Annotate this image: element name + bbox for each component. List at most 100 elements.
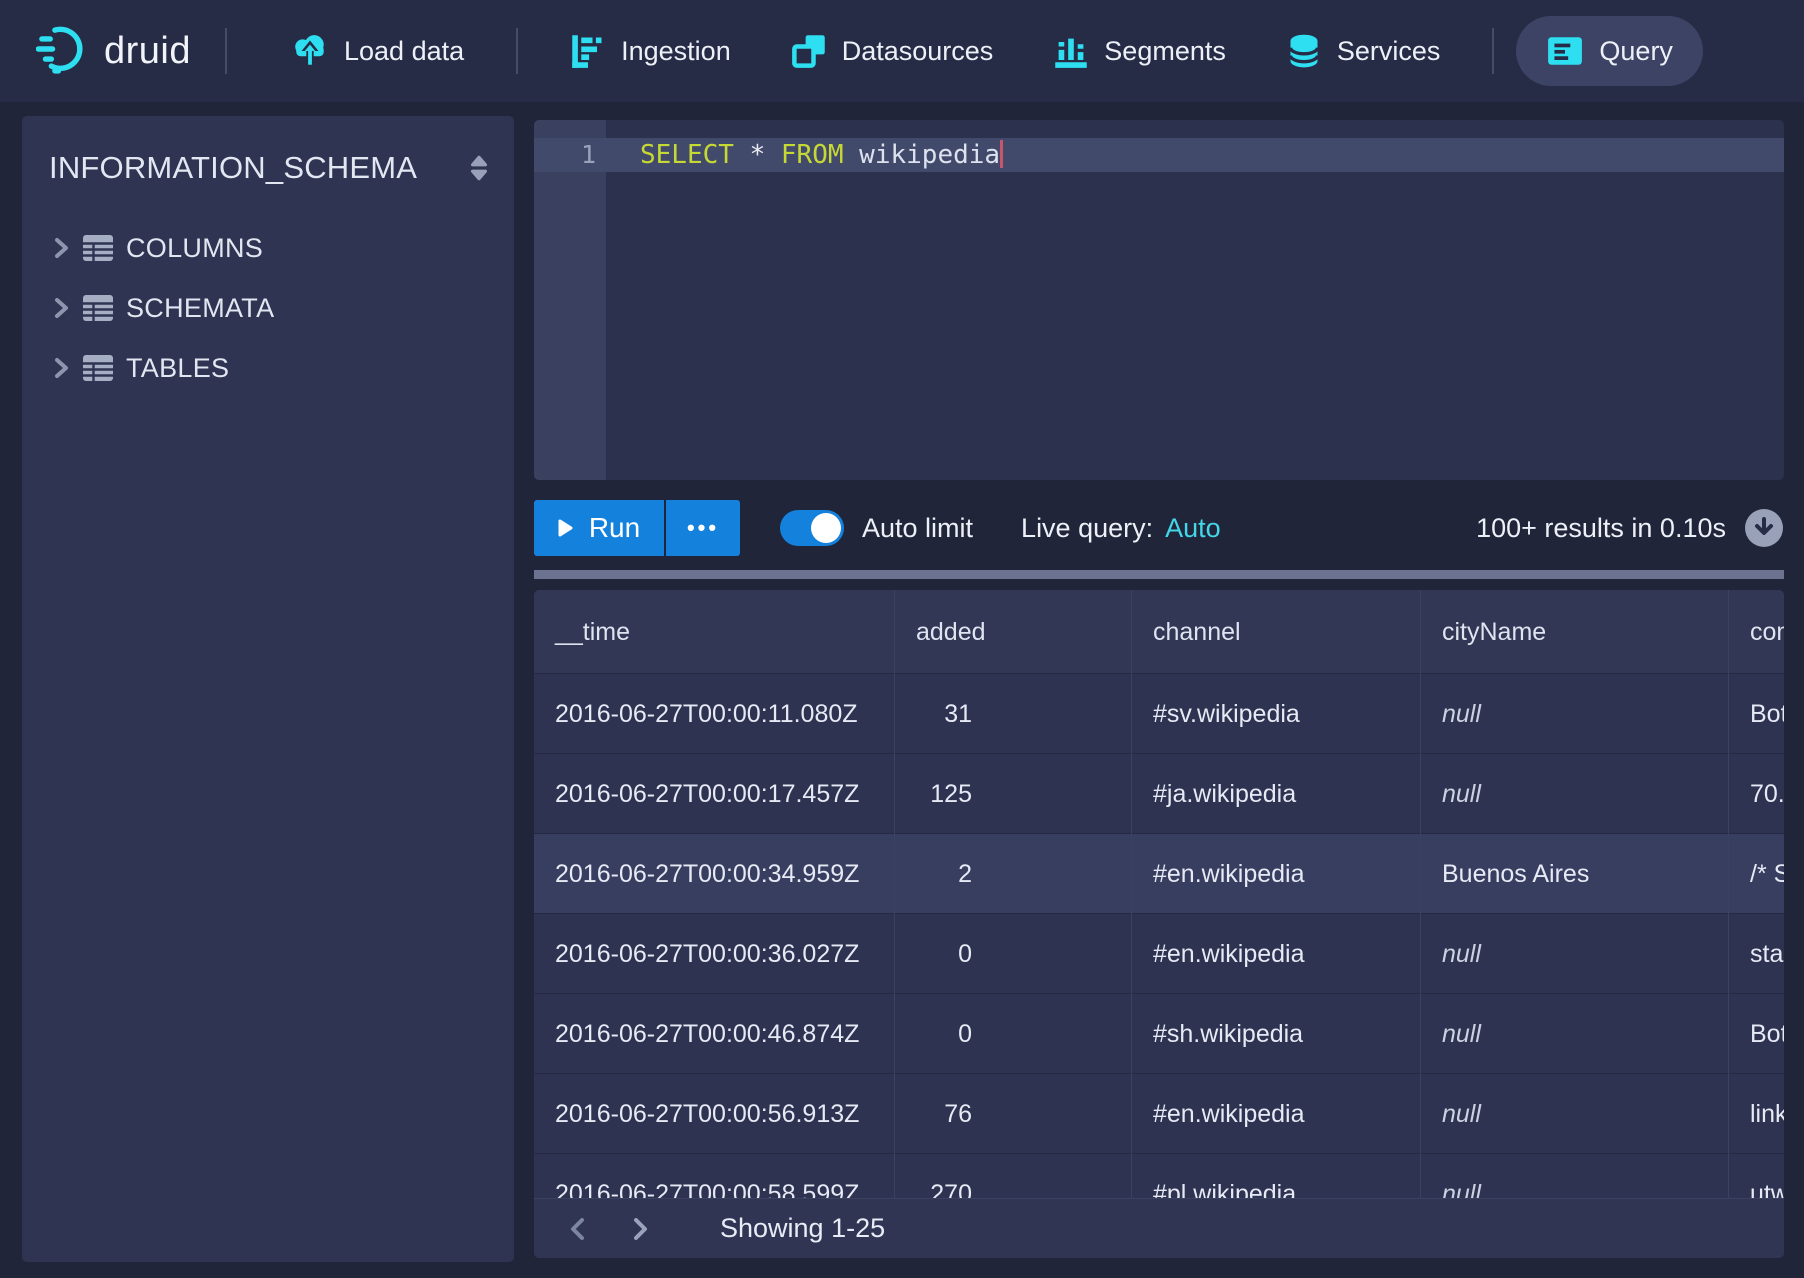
cell-comment: Bot (1729, 674, 1784, 754)
column-header-comment[interactable]: comment (1729, 590, 1784, 674)
nav-item-segments[interactable]: Segments (1023, 16, 1256, 86)
column-header-added[interactable]: added (895, 590, 1132, 674)
tree-item-schemata[interactable]: SCHEMATA (22, 278, 514, 338)
chevron-right-icon[interactable] (48, 295, 82, 321)
cell-channel: #en.wikipedia (1132, 1074, 1421, 1154)
auto-limit-label: Auto limit (862, 513, 973, 544)
cell-cityname: null (1421, 674, 1729, 754)
table-icon (82, 234, 126, 262)
nav-item-label: Ingestion (621, 36, 731, 67)
cell-comment: Bot (1729, 994, 1784, 1074)
sql-token-op: * (750, 140, 781, 170)
cell-time: 2016-06-27T00:00:11.080Z (534, 674, 895, 754)
tree-item-label: TABLES (126, 353, 229, 384)
column-header-channel[interactable]: channel (1132, 590, 1421, 674)
table-row: 2016-06-27T00:00:17.457Z125#ja.wikipedia… (534, 754, 1784, 834)
results-rows: 2016-06-27T00:00:11.080Z31#sv.wikipedian… (534, 674, 1784, 1234)
sort-double-caret-icon[interactable] (464, 153, 494, 183)
sql-code-line[interactable]: SELECT * FROM wikipedia (640, 138, 1003, 172)
pagination-label: Showing 1-25 (720, 1213, 885, 1244)
results-summary: 100+ results in 0.10s (1476, 513, 1726, 544)
nav-items: Load data Ingestion Datasources Segments… (261, 0, 1703, 102)
schema-header: INFORMATION_SCHEMA (22, 144, 514, 192)
nav-item-label: Load data (344, 36, 464, 67)
download-results-icon[interactable] (1744, 508, 1784, 548)
cell-cityname: null (1421, 914, 1729, 994)
play-icon (558, 519, 573, 537)
table-row: 2016-06-27T00:00:56.913Z76#en.wikipedian… (534, 1074, 1784, 1154)
table-icon (82, 294, 126, 322)
run-button[interactable]: Run (534, 500, 664, 556)
table-row: 2016-06-27T00:00:36.027Z0#en.wikipedianu… (534, 914, 1784, 994)
cell-channel: #en.wikipedia (1132, 914, 1421, 994)
cell-comment: sta (1729, 914, 1784, 994)
cell-time: 2016-06-27T00:00:34.959Z (534, 834, 895, 914)
datasources-icon (791, 33, 827, 69)
cell-added: 76 (895, 1074, 1132, 1154)
navbar-divider (225, 28, 227, 74)
cell-time: 2016-06-27T00:00:56.913Z (534, 1074, 895, 1154)
cell-time: 2016-06-27T00:00:17.457Z (534, 754, 895, 834)
cell-time: 2016-06-27T00:00:46.874Z (534, 994, 895, 1074)
run-button-label: Run (589, 512, 640, 544)
navbar-divider (1492, 28, 1494, 74)
navbar-divider (516, 28, 518, 74)
chevron-right-icon[interactable] (48, 355, 82, 381)
cell-comment: /* S (1729, 834, 1784, 914)
cell-cityname: null (1421, 994, 1729, 1074)
sql-token-id: wikipedia (859, 140, 1000, 170)
nav-item-load-data[interactable]: Load data (261, 16, 494, 86)
chevron-right-icon[interactable] (48, 235, 82, 261)
tree-item-columns[interactable]: COLUMNS (22, 218, 514, 278)
cell-cityname: null (1421, 1074, 1729, 1154)
next-page-chevron-icon[interactable] (620, 1209, 660, 1249)
editor-gutter (534, 120, 606, 480)
ingestion-icon (570, 33, 606, 69)
cell-channel: #sv.wikipedia (1132, 674, 1421, 754)
text-cursor (1000, 140, 1003, 168)
auto-limit-toggle[interactable] (780, 510, 844, 546)
sql-token-kw: SELECT (640, 140, 750, 170)
run-more-button[interactable]: ••• (666, 500, 740, 556)
column-header-time[interactable]: __time (534, 590, 895, 674)
more-dots-icon: ••• (687, 515, 719, 541)
nav-item-label: Services (1337, 36, 1441, 67)
nav-item-ingestion[interactable]: Ingestion (540, 16, 761, 86)
column-header-cityName[interactable]: cityName (1421, 590, 1729, 674)
nav-item-datasources[interactable]: Datasources (761, 16, 1024, 86)
toggle-knob (811, 513, 841, 543)
tree-item-label: COLUMNS (126, 233, 263, 264)
nav-item-services[interactable]: Services (1256, 16, 1471, 86)
live-query-label: Live query: (1021, 513, 1153, 544)
sql-token-kw: FROM (781, 140, 859, 170)
cell-added: 0 (895, 914, 1132, 994)
cloud-upload-icon (291, 32, 329, 70)
cell-cityname: null (1421, 754, 1729, 834)
prev-page-chevron-icon[interactable] (558, 1209, 598, 1249)
cell-channel: #sh.wikipedia (1132, 994, 1421, 1074)
cell-time: 2016-06-27T00:00:36.027Z (534, 914, 895, 994)
schema-title: INFORMATION_SCHEMA (49, 150, 464, 186)
brand-name: druid (104, 30, 191, 73)
live-query-value[interactable]: Auto (1165, 513, 1221, 544)
nav-item-query[interactable]: Query (1516, 16, 1703, 86)
cell-added: 0 (895, 994, 1132, 1074)
cell-added: 2 (895, 834, 1132, 914)
sql-editor[interactable]: 1 SELECT * FROM wikipedia (534, 120, 1784, 480)
services-icon (1286, 33, 1322, 69)
query-icon (1546, 34, 1584, 68)
druid-logo[interactable]: druid (36, 23, 191, 80)
cell-comment: link (1729, 1074, 1784, 1154)
results-table: __timeaddedchannelcityNamecomment 2016-0… (534, 590, 1784, 1258)
tree-item-tables[interactable]: TABLES (22, 338, 514, 398)
cell-added: 125 (895, 754, 1132, 834)
cell-channel: #ja.wikipedia (1132, 754, 1421, 834)
navbar: druid Load data Ingestion Datasources Se… (0, 0, 1804, 102)
line-number: 1 (534, 138, 596, 172)
splitter-bar[interactable] (534, 570, 1784, 579)
tree-item-label: SCHEMATA (126, 293, 274, 324)
results-header-row: __timeaddedchannelcityNamecomment (534, 590, 1784, 674)
run-bar: Run ••• Auto limit Live query: Auto 100+… (534, 500, 1784, 556)
table-row: 2016-06-27T00:00:11.080Z31#sv.wikipedian… (534, 674, 1784, 754)
cell-added: 31 (895, 674, 1132, 754)
